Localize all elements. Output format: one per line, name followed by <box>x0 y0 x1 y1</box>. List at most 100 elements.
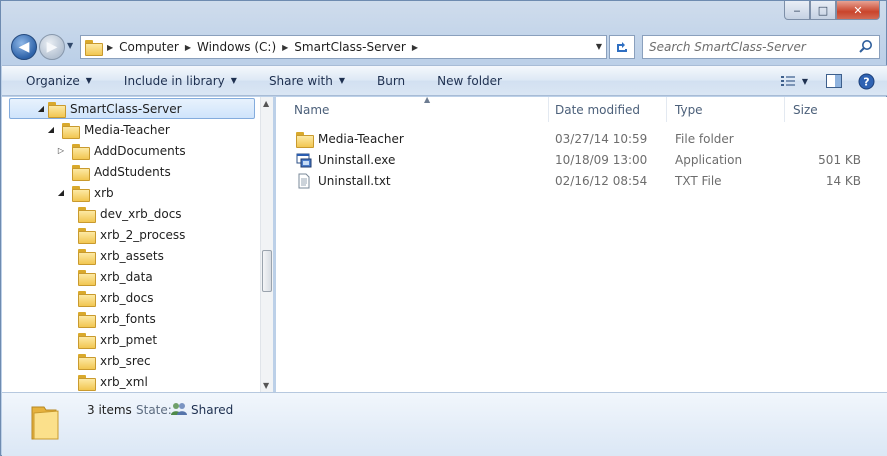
collapse-arrow-icon[interactable]: ◢ <box>46 125 56 134</box>
toolbar-right: ▼ ? <box>777 72 875 90</box>
back-button[interactable]: ◀ <box>11 34 37 60</box>
file-name: Uninstall.txt <box>318 173 391 188</box>
column-name-label: Name <box>294 102 330 117</box>
folder-icon <box>72 185 90 202</box>
folder-icon <box>85 40 103 56</box>
file-row[interactable]: Uninstall.txt 02/16/12 08:54 TXT File 14… <box>276 170 876 191</box>
tree-item-xrb-docs[interactable]: xrb_docs <box>78 287 153 308</box>
search-icon[interactable] <box>858 39 874 55</box>
tree-item-xrb-assets[interactable]: xrb_assets <box>78 245 164 266</box>
file-row[interactable]: Media-Teacher 03/27/14 10:59 File folder <box>276 128 876 149</box>
organize-label: Organize <box>26 73 80 88</box>
change-view-button[interactable]: ▼ <box>777 72 811 90</box>
tree-item-label: SmartClass-Server <box>70 101 182 116</box>
collapse-arrow-icon[interactable]: ◢ <box>36 104 46 113</box>
file-type: File folder <box>675 131 734 146</box>
tree-item-smartclass-server[interactable]: ◢ SmartClass-Server <box>9 98 255 119</box>
refresh-button[interactable] <box>609 35 635 59</box>
tree-item-xrb-xml[interactable]: xrb_xml <box>78 371 148 392</box>
address-bar[interactable]: ▶ Computer ▶ Windows (C:) ▶ SmartClass-S… <box>80 35 607 59</box>
file-row[interactable]: Uninstall.exe 10/18/09 13:00 Application… <box>276 149 876 170</box>
column-header-type[interactable]: Type <box>667 97 785 122</box>
tree-item-xrb[interactable]: ◢ xrb <box>56 182 114 203</box>
tree-item-addstudents[interactable]: AddStudents <box>56 161 171 182</box>
navigation-scrollbar[interactable]: ▲ ▼ <box>260 97 273 392</box>
minimize-button[interactable]: ‒ <box>784 1 810 20</box>
collapse-arrow-icon[interactable]: ◢ <box>56 188 66 197</box>
chevron-down-icon: ▼ <box>230 76 237 85</box>
tree-item-xrb-fonts[interactable]: xrb_fonts <box>78 308 156 329</box>
tree-item-media-teacher[interactable]: ◢ Media-Teacher <box>46 119 170 140</box>
folder-icon <box>78 311 96 328</box>
breadcrumb-smartclass-server[interactable]: SmartClass-Server <box>294 40 406 54</box>
folder-icon <box>78 269 96 286</box>
folder-icon <box>78 206 96 223</box>
state-label: State: <box>136 403 172 417</box>
file-size: 501 KB <box>818 152 861 167</box>
new-folder-button[interactable]: New folder <box>421 74 518 88</box>
forward-arrow-icon: ▶ <box>46 39 58 55</box>
folder-icon <box>78 227 96 244</box>
column-date-label: Date modified <box>555 102 641 117</box>
tree-item-label: xrb_fonts <box>100 311 156 326</box>
maximize-button[interactable]: □ <box>810 1 836 20</box>
column-header-size[interactable]: Size <box>785 97 865 122</box>
tree-item-label: xrb_data <box>100 269 153 284</box>
breadcrumb-arrow-icon[interactable]: ▶ <box>185 43 191 52</box>
navigation-pane: ◢ SmartClass-Server ◢ Media-Teacher ▷ Ad… <box>2 97 273 392</box>
chevron-down-icon: ▼ <box>338 76 345 85</box>
scroll-up-arrow-icon[interactable]: ▲ <box>263 99 269 108</box>
tree-item-adddocuments[interactable]: ▷ AddDocuments <box>56 140 186 161</box>
address-history-dropdown[interactable]: ▼ <box>596 42 602 51</box>
close-button[interactable]: ✕ <box>836 1 880 20</box>
chevron-down-icon[interactable]: ▼ <box>802 77 808 86</box>
tree-item-label: xrb_srec <box>100 353 151 368</box>
share-with-button[interactable]: Share with ▼ <box>253 74 361 88</box>
tree-item-xrb-data[interactable]: xrb_data <box>78 266 153 287</box>
tree-item-xrb-2-process[interactable]: xrb_2_process <box>78 224 185 245</box>
include-label: Include in library <box>123 73 225 88</box>
explorer-window: ‒ □ ✕ ◀ ▶ ▼ ▶ Computer ▶ Windows (C:) ▶ … <box>0 0 887 456</box>
file-date: 02/16/12 08:54 <box>555 173 648 188</box>
burn-label: Burn <box>377 73 406 88</box>
folder-icon <box>72 164 90 181</box>
sort-ascending-icon: ▲ <box>424 95 431 104</box>
chevron-down-icon: ▼ <box>85 76 92 85</box>
folder-icon <box>78 290 96 307</box>
tree-item-xrb-pmet[interactable]: xrb_pmet <box>78 329 157 350</box>
tree-item-label: AddDocuments <box>94 143 186 158</box>
tree-item-label: xrb_assets <box>100 248 164 263</box>
item-count: 3 items <box>87 403 132 417</box>
search-input[interactable]: Search SmartClass-Server <box>642 35 880 59</box>
recent-pages-dropdown[interactable]: ▼ <box>67 41 73 50</box>
scrollbar-thumb[interactable] <box>262 250 272 292</box>
address-row: ◀ ▶ ▼ ▶ Computer ▶ Windows (C:) ▶ SmartC… <box>9 31 880 63</box>
file-name: Media-Teacher <box>318 131 404 146</box>
file-date: 10/18/09 13:00 <box>555 152 648 167</box>
help-button[interactable]: ? <box>857 72 875 90</box>
file-list: Name ▲ Date modified Type Size Media-Tea… <box>276 95 887 392</box>
folder-icon <box>48 101 66 118</box>
refresh-icon <box>617 42 627 52</box>
folder-icon <box>78 374 96 391</box>
breadcrumb-windows-c[interactable]: Windows (C:) <box>197 40 276 54</box>
file-name: Uninstall.exe <box>318 152 396 167</box>
column-header-date-modified[interactable]: Date modified <box>547 97 667 122</box>
column-header-name[interactable]: Name ▲ <box>286 95 549 122</box>
tree-item-dev-xrb-docs[interactable]: dev_xrb_docs <box>78 203 182 224</box>
tree-item-xrb-srec[interactable]: xrb_srec <box>78 350 151 371</box>
file-type: TXT File <box>675 173 722 188</box>
breadcrumb-arrow-icon[interactable]: ▶ <box>107 43 113 52</box>
breadcrumb-arrow-icon[interactable]: ▶ <box>282 43 288 52</box>
forward-button[interactable]: ▶ <box>39 34 65 60</box>
expand-arrow-icon[interactable]: ▷ <box>56 146 66 155</box>
preview-pane-button[interactable] <box>825 72 843 90</box>
organize-button[interactable]: Organize ▼ <box>2 74 108 88</box>
breadcrumb-computer[interactable]: Computer <box>119 40 179 54</box>
scroll-down-arrow-icon[interactable]: ▼ <box>263 381 269 390</box>
burn-button[interactable]: Burn <box>361 74 421 88</box>
tree-item-label: AddStudents <box>94 164 171 179</box>
file-size: 14 KB <box>825 173 861 188</box>
breadcrumb-arrow-icon[interactable]: ▶ <box>412 43 418 52</box>
include-in-library-button[interactable]: Include in library ▼ <box>108 74 253 88</box>
